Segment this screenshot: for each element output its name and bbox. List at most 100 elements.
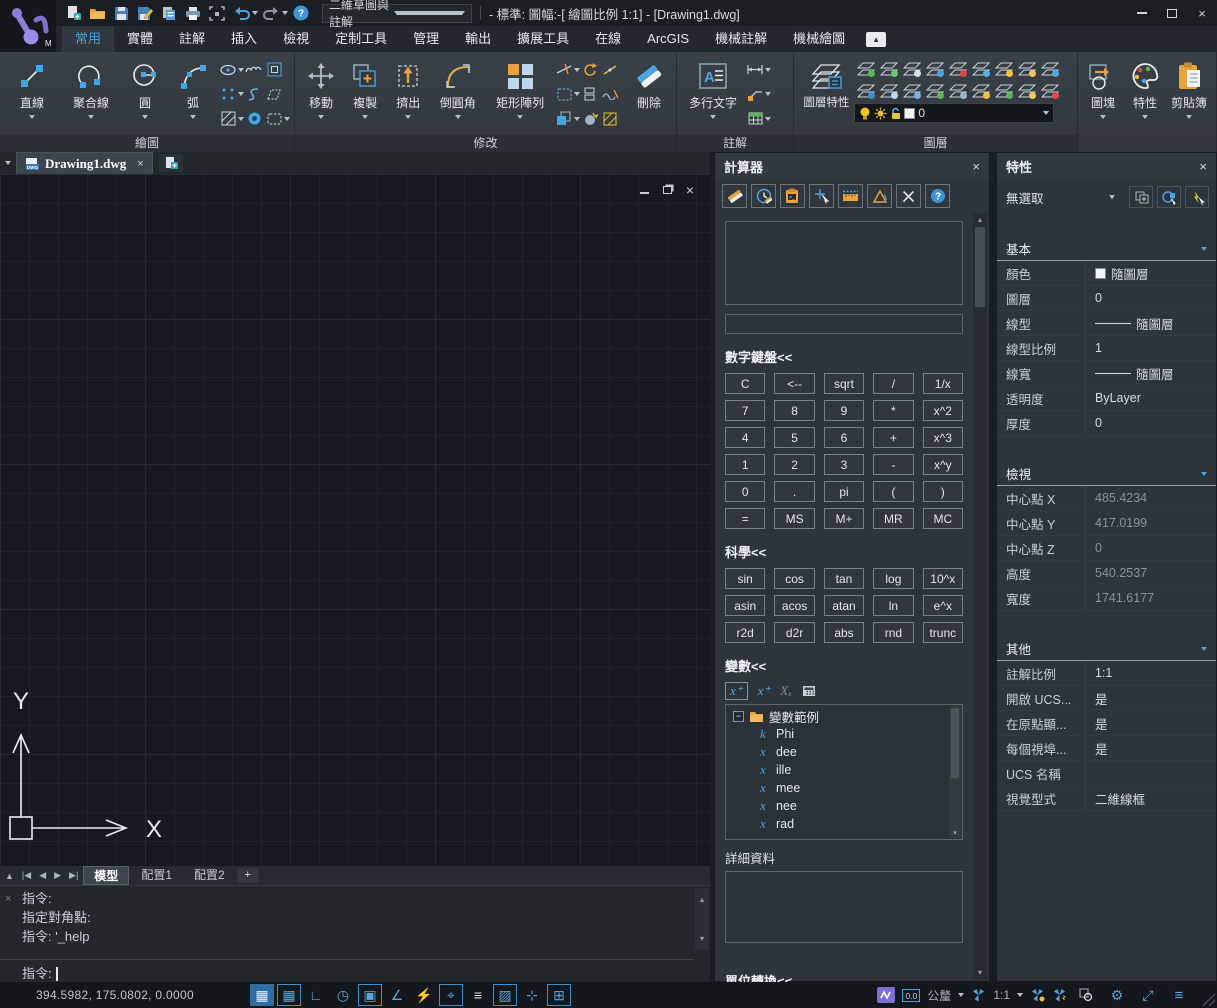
ribbon-tab-solid[interactable]: 實體 — [114, 26, 166, 52]
numpad-section-header[interactable]: 數字鍵盤<< — [725, 347, 963, 366]
variables-section-header[interactable]: 變數<< — [725, 656, 963, 675]
scroll-down-icon[interactable]: ▾ — [953, 829, 957, 838]
offset-icon[interactable] — [554, 85, 574, 104]
modify-group-label[interactable]: 修改 — [295, 135, 676, 152]
properties-group-button[interactable]: 特性 — [1124, 55, 1166, 135]
save-as-icon[interactable] — [134, 3, 156, 23]
save-icon[interactable] — [110, 3, 132, 23]
document-tab-list-icon[interactable] — [0, 158, 16, 168]
doc-close-icon[interactable]: × — [686, 182, 694, 198]
layer-unlock-icon[interactable] — [969, 57, 992, 79]
layer-freeze-icon[interactable] — [1015, 57, 1038, 79]
key-10x[interactable]: 10^x — [923, 568, 963, 589]
key-backspace[interactable]: <-- — [774, 373, 814, 394]
key-asin[interactable]: asin — [725, 595, 765, 616]
stretch-button[interactable]: 擠出 — [387, 55, 429, 135]
key-4[interactable]: 4 — [725, 427, 765, 448]
calculator-input-field[interactable] — [725, 314, 963, 334]
key-clear[interactable]: C — [725, 373, 765, 394]
key-equals[interactable]: = — [725, 508, 765, 529]
layer-merge-icon[interactable] — [1015, 79, 1038, 101]
ribbon-tab-annotate[interactable]: 註解 — [166, 26, 218, 52]
variables-scrollbar[interactable]: ▾ — [949, 706, 961, 838]
layer-isolate-icon[interactable] — [1038, 57, 1061, 79]
annotation-visibility-icon[interactable] — [1030, 988, 1045, 1002]
key-memory-store[interactable]: MS — [774, 508, 814, 529]
block-group-button[interactable]: 圖塊 — [1082, 55, 1124, 135]
annotation-scale-caret[interactable] — [1017, 993, 1023, 1000]
selection-filter-dropdown[interactable]: 無選取 — [1006, 188, 1125, 207]
transparency-icon[interactable]: ▨ — [493, 984, 517, 1006]
calc-clear-history-icon[interactable] — [722, 184, 747, 208]
copy-button[interactable]: 複製 — [343, 55, 387, 135]
key-decimal[interactable]: . — [774, 481, 814, 502]
variable-row[interactable]: xnee — [726, 797, 962, 815]
calc-help-icon[interactable]: ? — [925, 184, 950, 208]
revision-cloud-icon[interactable] — [244, 60, 264, 79]
key-6[interactable]: 6 — [824, 427, 864, 448]
key-8[interactable]: 8 — [774, 400, 814, 421]
ribbon-tab-express[interactable]: 擴展工具 — [504, 26, 582, 52]
layer-walk-icon[interactable] — [877, 79, 900, 101]
open-file-icon[interactable] — [86, 3, 108, 23]
calculator-scrollbar[interactable]: ▴ ▾ — [973, 213, 987, 979]
trim-icon[interactable] — [554, 60, 574, 79]
layer-on-bulb-icon[interactable] — [992, 57, 1015, 79]
key-memory-recall[interactable]: MR — [873, 508, 913, 529]
last-layout-icon[interactable]: ▶| — [66, 870, 81, 881]
key-multiply[interactable]: * — [873, 400, 913, 421]
scroll-up-icon[interactable]: ▴ — [700, 890, 704, 909]
break-icon[interactable] — [580, 109, 600, 128]
layer-prev-icon[interactable] — [946, 79, 969, 101]
variable-row[interactable]: xrad — [726, 815, 962, 833]
fullscreen-icon[interactable]: ⤢ — [1136, 984, 1160, 1006]
new-layout-button[interactable]: + — [237, 868, 259, 883]
annotate-group-label[interactable]: 註解 — [677, 135, 793, 152]
edit-variable-icon[interactable]: x⁺ — [758, 683, 771, 699]
layer-off-icon[interactable] — [854, 57, 877, 79]
ribbon-tab-arcgis[interactable]: ArcGIS — [634, 26, 702, 52]
layer-delete-icon[interactable] — [1038, 79, 1061, 101]
layers-group-label[interactable]: 圖層 — [794, 135, 1077, 152]
key-add[interactable]: + — [873, 427, 913, 448]
ribbon-tab-view[interactable]: 檢視 — [270, 26, 322, 52]
key-pi[interactable]: pi — [824, 481, 864, 502]
collapse-node-icon[interactable]: − — [733, 711, 744, 722]
layer-restore-icon[interactable] — [992, 79, 1015, 101]
dimension-icon[interactable] — [745, 60, 765, 79]
calc-measure-distance-icon[interactable] — [838, 184, 863, 208]
polar-tracking-icon[interactable]: ◷ — [331, 984, 355, 1006]
selection-cycling-icon[interactable] — [1074, 984, 1098, 1006]
key-3[interactable]: 3 — [824, 454, 864, 475]
status-menu-icon[interactable]: ≡ — [1167, 984, 1191, 1006]
calc-history-icon[interactable] — [751, 184, 776, 208]
layer-dropdown[interactable]: 0 — [854, 103, 1054, 123]
section-other[interactable]: 其他 — [997, 637, 1216, 661]
table-icon[interactable] — [745, 109, 765, 128]
calc-measure-angle-icon[interactable] — [867, 184, 892, 208]
ribbon-tab-manage[interactable]: 管理 — [400, 26, 452, 52]
sheet-set-icon[interactable]: ⊞ — [547, 984, 571, 1006]
key-sqrt[interactable]: sqrt — [824, 373, 864, 394]
key-sin[interactable]: sin — [725, 568, 765, 589]
key-0[interactable]: 0 — [725, 481, 765, 502]
toggle-pickadd-icon[interactable] — [1129, 186, 1153, 208]
scrollbar-thumb[interactable] — [975, 227, 985, 307]
key-9[interactable]: 9 — [824, 400, 864, 421]
point-icon[interactable] — [218, 85, 238, 104]
layer-properties-button[interactable]: 圖層特性 — [798, 55, 854, 135]
key-atan[interactable]: atan — [824, 595, 864, 616]
key-close-paren[interactable]: ) — [923, 481, 963, 502]
maximize-button[interactable] — [1157, 0, 1187, 26]
layer-thaw-icon[interactable] — [923, 57, 946, 79]
first-layout-icon[interactable]: |◀ — [19, 870, 34, 881]
command-window[interactable]: × 指令: 指定對角點: 指令: '_help 指令: ▴ ▾ — [0, 885, 710, 982]
ribbon-tab-mech-annotate[interactable]: 機械註解 — [702, 26, 780, 52]
new-file-icon[interactable] — [62, 3, 84, 23]
new-document-tab-button[interactable] — [159, 154, 183, 172]
rotate-icon[interactable] — [580, 60, 600, 79]
polyline-button[interactable]: 聚合線 — [60, 55, 122, 135]
document-tab[interactable]: DWG Drawing1.dwg × — [16, 152, 153, 174]
layout-tab-model[interactable]: 模型 — [83, 866, 129, 885]
key-1[interactable]: 1 — [725, 454, 765, 475]
